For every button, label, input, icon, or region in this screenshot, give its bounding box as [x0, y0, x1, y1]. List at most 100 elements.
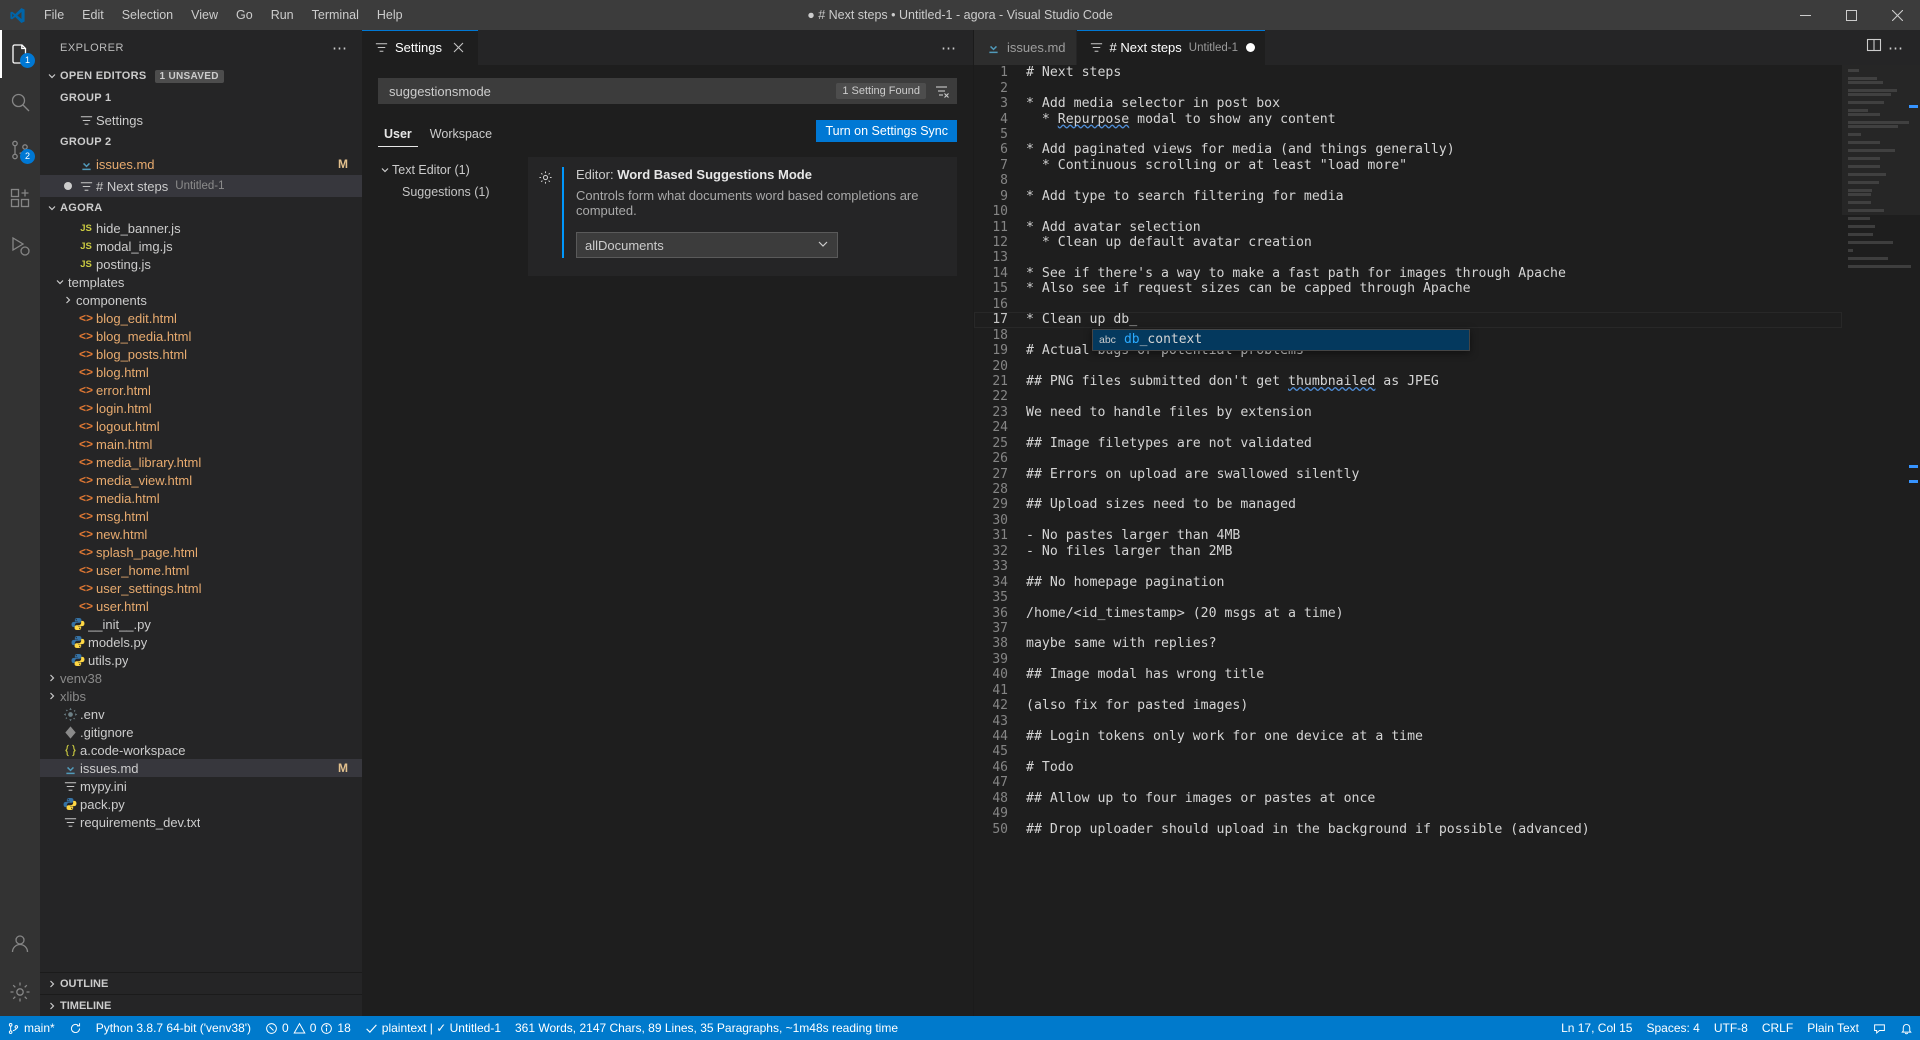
- code-line[interactable]: 27 ## Errors on upload are swallowed sile…: [974, 466, 1842, 482]
- code-line[interactable]: 23 We need to handle files by extension: [974, 405, 1842, 420]
- menu-view[interactable]: View: [182, 0, 227, 30]
- code-line[interactable]: 5: [974, 127, 1842, 142]
- code-line[interactable]: 42 (also fix for pasted images): [974, 698, 1842, 713]
- code-line[interactable]: 49: [974, 806, 1842, 821]
- status-eol[interactable]: CRLF: [1755, 1016, 1800, 1040]
- code-line[interactable]: 8: [974, 173, 1842, 188]
- settings-search-input[interactable]: suggestionsmode 1 Setting Found: [378, 78, 957, 104]
- tree-item-login-html[interactable]: <> login.html: [40, 399, 362, 417]
- tree-item-components[interactable]: components: [40, 291, 362, 309]
- status-linter[interactable]: plaintext | ✓ Untitled-1: [358, 1016, 508, 1040]
- activity-source-control[interactable]: 2: [0, 126, 40, 174]
- tree-item-user-home-html[interactable]: <> user_home.html: [40, 561, 362, 579]
- tree-item-blog-html[interactable]: <> blog.html: [40, 363, 362, 381]
- code-line[interactable]: 14 * See if there's a way to make a fast …: [974, 266, 1842, 281]
- code-line[interactable]: 12 * Clean up default avatar creation: [974, 235, 1842, 250]
- menu-edit[interactable]: Edit: [73, 0, 113, 30]
- tab-next-steps[interactable]: # Next steps Untitled-1: [1076, 30, 1267, 65]
- tree-item-media-html[interactable]: <> media.html: [40, 489, 362, 507]
- tree-item-blog-edit-html[interactable]: <> blog_edit.html: [40, 309, 362, 327]
- tree-item-modal-img-js[interactable]: JS modal_img.js: [40, 237, 362, 255]
- tab-issues-md[interactable]: issues.md: [974, 30, 1077, 65]
- menu-file[interactable]: File: [35, 0, 73, 30]
- tree-item-new-html[interactable]: <> new.html: [40, 525, 362, 543]
- code-line[interactable]: 45: [974, 744, 1842, 759]
- tree-item-hide-banner-js[interactable]: JS hide_banner.js: [40, 219, 362, 237]
- code-line[interactable]: 26: [974, 451, 1842, 466]
- project-root-header[interactable]: AGORA: [40, 197, 362, 219]
- code-line[interactable]: 11 * Add avatar selection: [974, 219, 1842, 235]
- tab-user[interactable]: User: [378, 127, 418, 147]
- close-button[interactable]: [1874, 0, 1920, 30]
- activity-accounts[interactable]: [0, 920, 40, 968]
- open-editor-issues-md[interactable]: issues.md M: [40, 153, 362, 175]
- code-line[interactable]: 38 maybe same with replies?: [974, 636, 1842, 651]
- code-line[interactable]: 34 ## No homepage pagination: [974, 574, 1842, 590]
- code-line[interactable]: 7 * Continuous scrolling or at least "lo…: [974, 158, 1842, 173]
- chevron-right-icon[interactable]: [44, 691, 60, 701]
- toc-text-editor[interactable]: Text Editor (1): [378, 159, 528, 181]
- tree-item--init-py[interactable]: __init__.py: [40, 615, 362, 633]
- status-notifications-icon[interactable]: [1893, 1016, 1920, 1040]
- code-line[interactable]: 47: [974, 775, 1842, 790]
- tree-item-venv38[interactable]: venv38: [40, 669, 362, 687]
- code-line[interactable]: 22: [974, 389, 1842, 404]
- sidebar-more-actions-icon[interactable]: ⋯: [326, 39, 354, 57]
- more-actions-icon[interactable]: ⋯: [935, 39, 963, 57]
- tree-item-media-view-html[interactable]: <> media_view.html: [40, 471, 362, 489]
- tree-item-mypy-ini[interactable]: mypy.ini: [40, 777, 362, 795]
- editor-scrollbar[interactable]: [1906, 65, 1920, 1016]
- maximize-button[interactable]: [1828, 0, 1874, 30]
- activity-run-and-debug[interactable]: [0, 222, 40, 270]
- dirty-indicator[interactable]: [1246, 43, 1256, 52]
- code-line[interactable]: 4 * Repurpose modal to show any content: [974, 111, 1842, 127]
- code-line[interactable]: 6 * Add paginated views for media (and th…: [974, 142, 1842, 157]
- clear-filter-icon[interactable]: [932, 83, 952, 99]
- activity-extensions[interactable]: [0, 174, 40, 222]
- menu-bar[interactable]: File Edit Selection View Go Run Terminal…: [35, 0, 412, 30]
- code-line[interactable]: 2: [974, 80, 1842, 96]
- code-line[interactable]: 35: [974, 590, 1842, 605]
- status-branch[interactable]: main*: [0, 1016, 62, 1040]
- toc-suggestions[interactable]: Suggestions (1): [378, 181, 528, 203]
- tree-item--gitignore[interactable]: .gitignore: [40, 723, 362, 741]
- code-line[interactable]: 25 ## Image filetypes are not validated: [974, 436, 1842, 451]
- tree-item-pack-py[interactable]: pack.py: [40, 795, 362, 813]
- code-line[interactable]: 15 * Also see if request sizes can be cap…: [974, 281, 1842, 296]
- code-line[interactable]: 1 # Next steps: [974, 65, 1842, 80]
- code-line[interactable]: 50 ## Drop uploader should upload in the …: [974, 821, 1842, 837]
- dirty-indicator[interactable]: [60, 182, 76, 190]
- code-line[interactable]: 30: [974, 513, 1842, 528]
- turn-on-settings-sync-button[interactable]: Turn on Settings Sync: [816, 120, 957, 142]
- tree-item-splash-page-html[interactable]: <> splash_page.html: [40, 543, 362, 561]
- tree-item-requirements-dev-txt[interactable]: requirements_dev.txt: [40, 813, 362, 831]
- tab-settings[interactable]: Settings: [362, 30, 479, 65]
- open-editor-settings[interactable]: Settings: [40, 109, 362, 131]
- code-line[interactable]: 41: [974, 683, 1842, 698]
- close-icon[interactable]: [450, 39, 468, 57]
- tree-item-user-html[interactable]: <> user.html: [40, 597, 362, 615]
- menu-terminal[interactable]: Terminal: [303, 0, 368, 30]
- code-line[interactable]: 13: [974, 250, 1842, 265]
- code-line[interactable]: 3 * Add media selector in post box: [974, 96, 1842, 111]
- suggest-widget[interactable]: abc db_context: [1092, 328, 1470, 351]
- code-line[interactable]: 44 ## Login tokens only work for one devi…: [974, 729, 1842, 744]
- split-editor-icon[interactable]: [1858, 37, 1882, 58]
- menu-help[interactable]: Help: [368, 0, 412, 30]
- tree-item--env[interactable]: .env: [40, 705, 362, 723]
- more-actions-icon[interactable]: ⋯: [1882, 39, 1910, 57]
- code-line[interactable]: 36/home/<id_timestamp> (20 msgs at a tim…: [974, 605, 1842, 621]
- status-indentation[interactable]: Spaces: 4: [1639, 1016, 1706, 1040]
- status-language-mode[interactable]: Plain Text: [1800, 1016, 1866, 1040]
- code-line[interactable]: 37: [974, 621, 1842, 636]
- file-tree[interactable]: JS hide_banner.js JS modal_img.js JS posting.…: [40, 219, 362, 972]
- minimize-button[interactable]: [1782, 0, 1828, 30]
- tree-item-models-py[interactable]: models.py: [40, 633, 362, 651]
- chevron-right-icon[interactable]: [44, 673, 60, 683]
- tree-item-templates[interactable]: templates: [40, 273, 362, 291]
- code-line[interactable]: 33: [974, 559, 1842, 574]
- suggest-item[interactable]: abc db_context: [1093, 329, 1469, 350]
- tree-item-xlibs[interactable]: xlibs: [40, 687, 362, 705]
- status-feedback-icon[interactable]: [1866, 1016, 1893, 1040]
- code-content[interactable]: 1 # Next steps 2 3 * Add media selector in p…: [974, 65, 1842, 1016]
